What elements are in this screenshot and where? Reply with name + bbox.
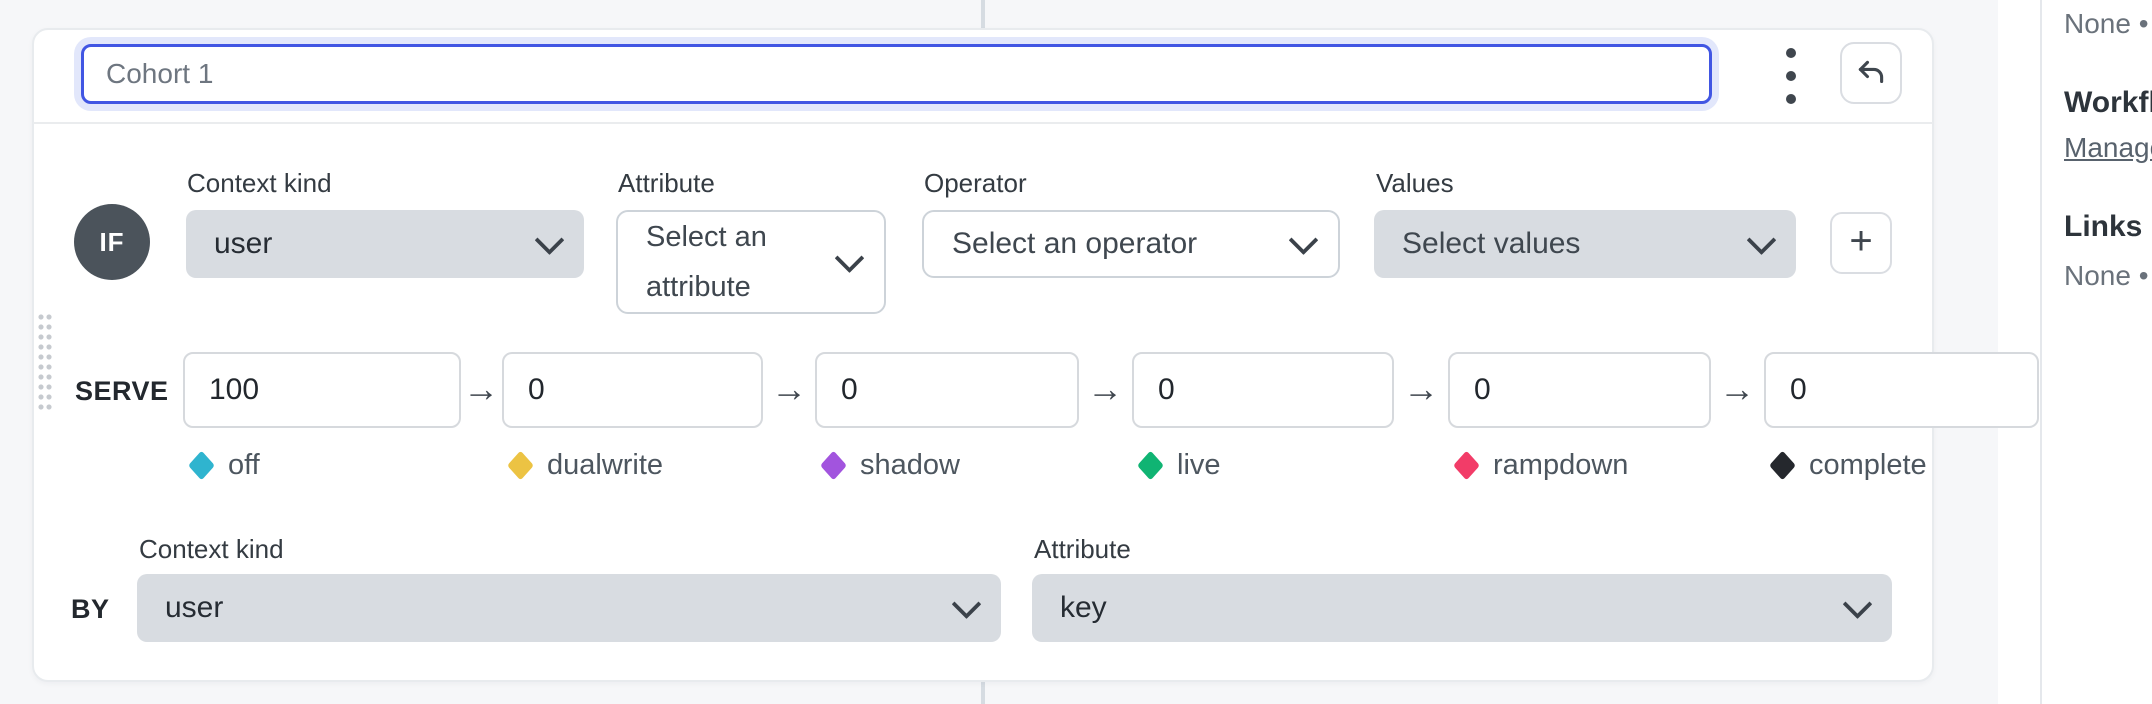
sidebar-divider	[2040, 0, 2042, 704]
attribute-select[interactable]: Select an attribute	[616, 210, 886, 314]
plus-icon: +	[1849, 219, 1873, 263]
by-context-kind-select[interactable]: user	[137, 574, 1001, 642]
variation-legend-dualwrite: dualwrite	[507, 448, 663, 482]
arrow-right-icon: →	[1087, 368, 1123, 409]
values-select[interactable]: Select values	[1374, 210, 1796, 278]
sidebar-links-value: None •	[2064, 260, 2149, 291]
chevron-down-icon	[1746, 224, 1777, 255]
chevron-down-icon	[534, 224, 565, 255]
attribute-label: Attribute	[618, 168, 715, 198]
variation-diamond-icon	[1453, 450, 1480, 480]
chevron-down-icon	[951, 588, 982, 619]
if-badge: IF	[74, 204, 150, 280]
chevron-down-icon	[1288, 224, 1319, 255]
card-connector-top	[981, 0, 985, 28]
arrow-right-icon: →	[771, 368, 807, 409]
variation-legend-off: off	[188, 448, 260, 482]
serve-percentage-input-off[interactable]	[183, 352, 461, 428]
cohort-name-input[interactable]	[81, 44, 1712, 104]
undo-icon	[1858, 60, 1884, 84]
drag-handle[interactable]	[37, 312, 52, 414]
serve-percentage-input-dualwrite[interactable]	[502, 352, 763, 428]
chevron-down-icon	[834, 242, 865, 273]
variation-diamond-icon	[1769, 450, 1796, 480]
variation-legend-shadow: shadow	[820, 448, 960, 482]
variation-diamond-icon	[507, 450, 534, 480]
by-attribute-label: Attribute	[1034, 534, 1131, 564]
variation-diamond-icon	[1137, 450, 1164, 480]
kebab-menu-icon	[1786, 48, 1796, 58]
sidebar-manage-link[interactable]: Manage	[2064, 132, 2152, 164]
context-kind-select[interactable]: user	[186, 210, 584, 278]
variation-legend-complete: complete	[1769, 448, 1927, 482]
context-kind-label: Context kind	[187, 168, 332, 198]
by-label: BY	[71, 594, 110, 624]
cohort-menu-button[interactable]	[1776, 48, 1806, 104]
arrow-right-icon: →	[1403, 368, 1439, 409]
sidebar-workflows-heading: Workflows	[2064, 86, 2152, 119]
card-connector-bottom	[981, 682, 985, 704]
add-clause-button[interactable]: +	[1830, 212, 1892, 274]
by-context-kind-label: Context kind	[139, 534, 284, 564]
cohort-rule-editor: None • Workflows Manage Links None • IF …	[0, 0, 2152, 704]
arrow-right-icon: →	[463, 368, 499, 409]
sidebar-top-value: None •	[2064, 8, 2149, 39]
variation-diamond-icon	[188, 450, 215, 480]
operator-select[interactable]: Select an operator	[922, 210, 1340, 278]
sidebar-links-heading: Links	[2064, 210, 2143, 243]
serve-percentage-input-rampdown[interactable]	[1448, 352, 1711, 428]
variation-diamond-icon	[820, 450, 847, 480]
arrow-right-icon: →	[1719, 368, 1755, 409]
chevron-down-icon	[1842, 588, 1873, 619]
serve-percentage-input-complete[interactable]	[1764, 352, 2039, 428]
by-attribute-select[interactable]: key	[1032, 574, 1892, 642]
values-label: Values	[1376, 168, 1454, 198]
operator-label: Operator	[924, 168, 1027, 198]
serve-percentage-input-shadow[interactable]	[815, 352, 1079, 428]
serve-label: SERVE	[75, 376, 169, 406]
undo-button[interactable]	[1840, 42, 1902, 104]
header-divider	[33, 122, 1933, 124]
variation-legend-live: live	[1137, 448, 1221, 482]
variation-legend-rampdown: rampdown	[1453, 448, 1628, 482]
serve-percentage-input-live[interactable]	[1132, 352, 1394, 428]
